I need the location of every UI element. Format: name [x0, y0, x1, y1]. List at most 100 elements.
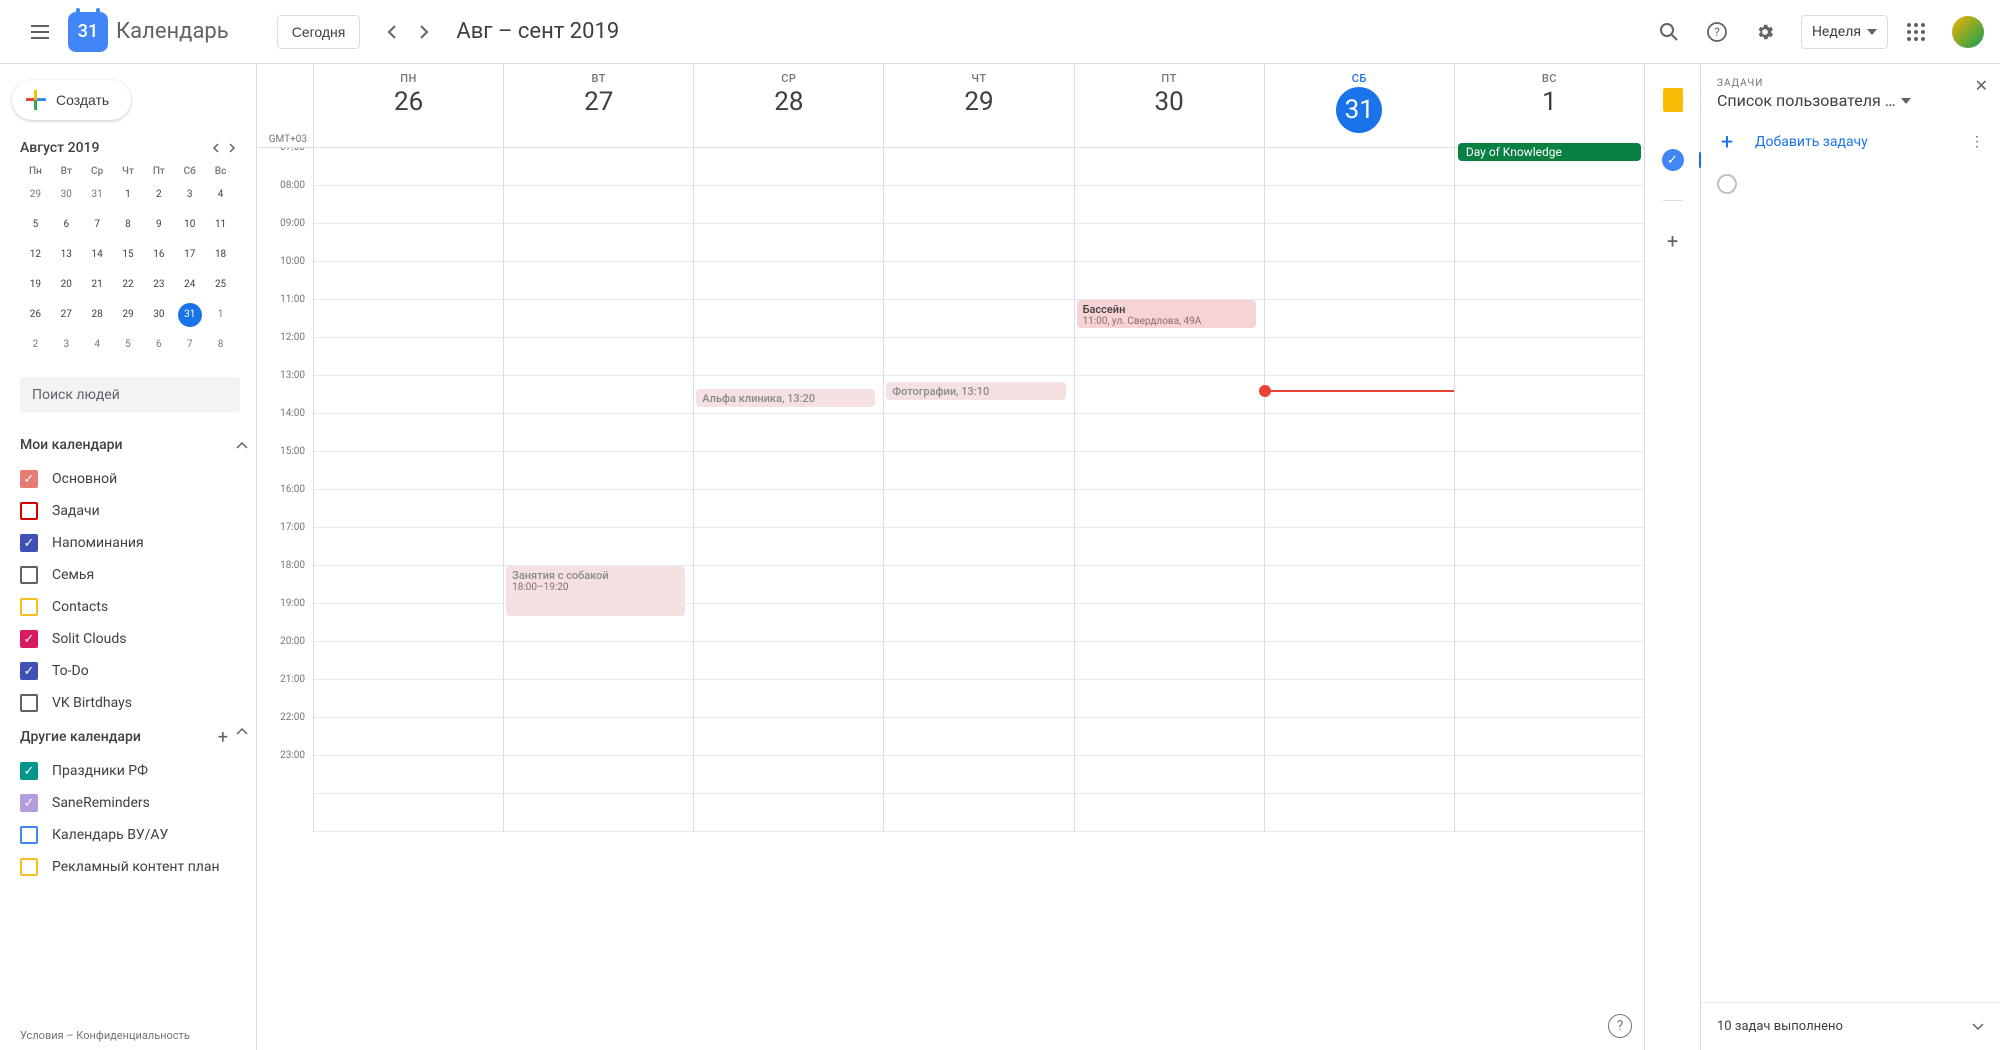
hour-cell[interactable] [314, 566, 503, 604]
hour-cell[interactable] [504, 490, 693, 528]
hour-cell[interactable] [1265, 224, 1454, 262]
hour-cell[interactable] [884, 528, 1073, 566]
day-column[interactable] [1264, 148, 1454, 832]
hour-cell[interactable] [1075, 414, 1264, 452]
hour-cell[interactable] [1455, 718, 1644, 756]
hour-cell[interactable] [1075, 794, 1264, 832]
calendar-item[interactable]: Задачи [20, 495, 248, 527]
other-calendars-toggle[interactable]: Другие календари + [20, 719, 248, 755]
hour-cell[interactable] [314, 148, 503, 186]
hour-cell[interactable] [1265, 718, 1454, 756]
mini-day[interactable]: 25 [209, 273, 233, 297]
hour-cell[interactable] [1455, 262, 1644, 300]
calendar-checkbox[interactable]: ✓ [20, 762, 38, 780]
hour-cell[interactable] [314, 414, 503, 452]
hour-cell[interactable] [1075, 338, 1264, 376]
hour-cell[interactable] [504, 338, 693, 376]
mini-day[interactable]: 18 [209, 243, 233, 267]
hour-cell[interactable] [884, 718, 1073, 756]
hour-cell[interactable] [884, 224, 1073, 262]
hour-cell[interactable] [1265, 300, 1454, 338]
hour-cell[interactable] [884, 756, 1073, 794]
hour-cell[interactable] [1455, 224, 1644, 262]
hour-cell[interactable] [1455, 642, 1644, 680]
hour-cell[interactable] [504, 262, 693, 300]
hour-cell[interactable] [884, 186, 1073, 224]
hour-cell[interactable] [1265, 604, 1454, 642]
hour-cell[interactable] [694, 794, 883, 832]
hour-cell[interactable] [1265, 680, 1454, 718]
hour-cell[interactable] [1265, 376, 1454, 414]
day-column[interactable]: Бассейн11:00, ул. Свердлова, 49А [1074, 148, 1264, 832]
mini-day[interactable]: 8 [116, 213, 140, 237]
hour-cell[interactable] [1075, 490, 1264, 528]
rail-keep[interactable] [1653, 80, 1693, 120]
mini-day[interactable]: 7 [178, 333, 202, 357]
calendar-item[interactable]: ✓SaneReminders [20, 787, 248, 819]
hour-cell[interactable] [694, 414, 883, 452]
tasks-list-dropdown[interactable]: Список пользователя … [1717, 91, 1984, 110]
mini-day[interactable]: 5 [23, 213, 47, 237]
mini-day[interactable]: 28 [85, 303, 109, 327]
hour-cell[interactable] [1455, 604, 1644, 642]
hour-cell[interactable] [884, 490, 1073, 528]
calendar-checkbox[interactable]: ✓ [20, 534, 38, 552]
hour-cell[interactable] [314, 642, 503, 680]
hour-cell[interactable] [1455, 680, 1644, 718]
main-menu-button[interactable] [16, 8, 64, 56]
hour-cell[interactable] [694, 528, 883, 566]
calendar-checkbox[interactable] [20, 566, 38, 584]
calendar-item[interactable]: ✓To-Do [20, 655, 248, 687]
tasks-completed-toggle[interactable]: 10 задач выполнено [1701, 1002, 2000, 1050]
search-people-input[interactable]: Поиск людей [20, 377, 240, 413]
calendar-item[interactable]: Семья [20, 559, 248, 591]
hour-cell[interactable] [314, 794, 503, 832]
hour-cell[interactable] [1075, 262, 1264, 300]
calendar-checkbox[interactable] [20, 694, 38, 712]
day-column[interactable] [1454, 148, 1644, 832]
hour-cell[interactable] [1075, 224, 1264, 262]
hour-cell[interactable] [504, 452, 693, 490]
close-tasks-button[interactable]: ✕ [1975, 76, 1988, 95]
mini-day[interactable]: 31 [85, 183, 109, 207]
mini-day[interactable]: 16 [147, 243, 171, 267]
calendar-checkbox[interactable] [20, 598, 38, 616]
hour-cell[interactable] [504, 642, 693, 680]
hour-cell[interactable] [504, 528, 693, 566]
hour-cell[interactable] [1455, 300, 1644, 338]
mini-day[interactable]: 4 [85, 333, 109, 357]
mini-day[interactable]: 7 [85, 213, 109, 237]
mini-day[interactable]: 8 [209, 333, 233, 357]
hour-cell[interactable] [1265, 148, 1454, 186]
hour-cell[interactable] [1455, 338, 1644, 376]
hour-cell[interactable] [694, 490, 883, 528]
calendar-checkbox[interactable]: ✓ [20, 794, 38, 812]
search-button[interactable] [1649, 12, 1689, 52]
day-header[interactable]: ВС1Day of Knowledge [1454, 64, 1644, 147]
hour-cell[interactable] [314, 262, 503, 300]
mini-day[interactable]: 1 [209, 303, 233, 327]
hour-cell[interactable] [884, 794, 1073, 832]
hour-cell[interactable] [1265, 186, 1454, 224]
hour-cell[interactable] [884, 300, 1073, 338]
hour-cell[interactable] [504, 300, 693, 338]
hour-cell[interactable] [1265, 338, 1454, 376]
mini-day[interactable]: 24 [178, 273, 202, 297]
hour-cell[interactable] [314, 718, 503, 756]
hour-cell[interactable] [694, 680, 883, 718]
my-calendars-toggle[interactable]: Мои календари [20, 427, 248, 463]
hour-cell[interactable] [1265, 452, 1454, 490]
mini-day[interactable]: 19 [23, 273, 47, 297]
mini-day[interactable]: 26 [23, 303, 47, 327]
calendar-checkbox[interactable]: ✓ [20, 630, 38, 648]
mini-day[interactable]: 30 [147, 303, 171, 327]
hour-cell[interactable] [314, 224, 503, 262]
hour-cell[interactable] [884, 338, 1073, 376]
allday-event[interactable]: Day of Knowledge [1458, 143, 1641, 161]
hour-cell[interactable] [1075, 604, 1264, 642]
view-selector[interactable]: Неделя [1801, 15, 1888, 49]
hour-cell[interactable] [884, 262, 1073, 300]
mini-day[interactable]: 27 [54, 303, 78, 327]
hour-cell[interactable] [1265, 794, 1454, 832]
mini-day[interactable]: 22 [116, 273, 140, 297]
